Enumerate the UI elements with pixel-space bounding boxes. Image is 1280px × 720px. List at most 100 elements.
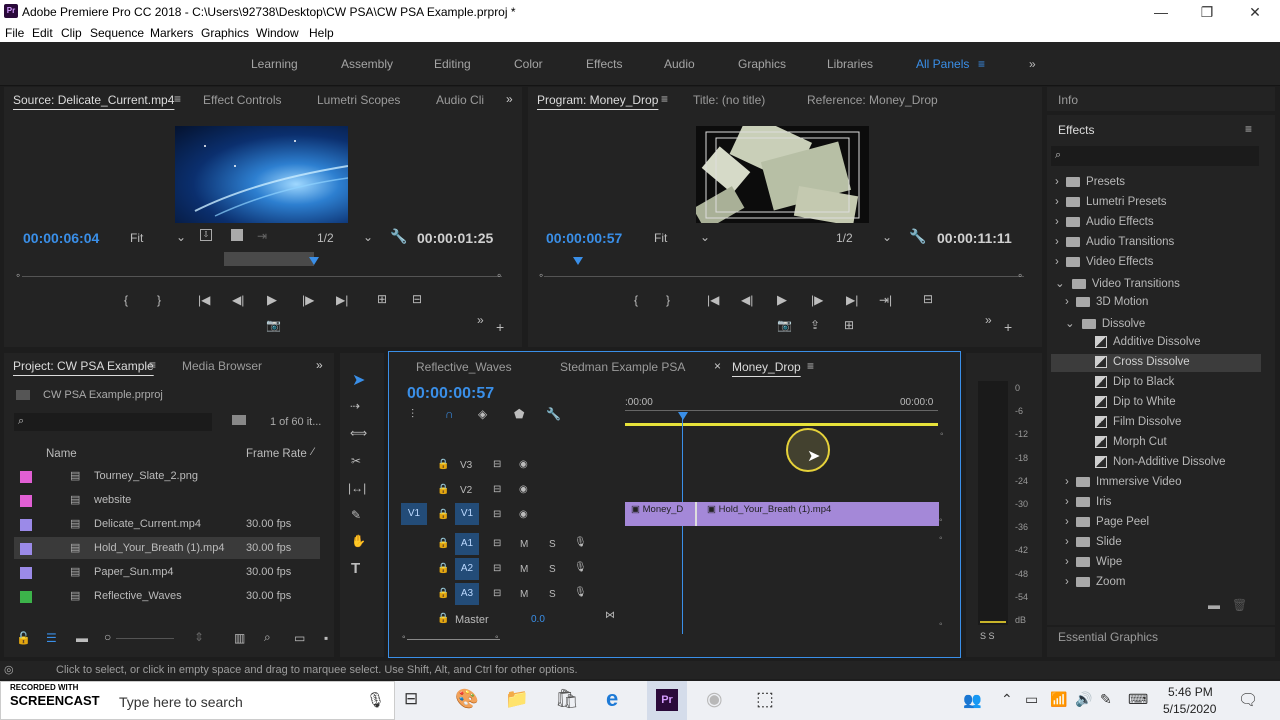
a1-lock-icon[interactable]: 🔒: [437, 538, 449, 549]
project-search-input[interactable]: ⌕: [14, 413, 212, 431]
source-timecode[interactable]: 00:00:06:04: [23, 230, 99, 246]
tab-reflective-waves[interactable]: Reflective_Waves: [416, 360, 512, 374]
effects-item-immersive-video[interactable]: › Immersive Video: [1065, 476, 1181, 488]
workspace-color[interactable]: Color: [514, 57, 543, 71]
new-bin-from-search-icon[interactable]: [232, 415, 246, 425]
program-extract-icon[interactable]: ⊞: [844, 318, 854, 332]
store-icon[interactable]: 🛍: [555, 687, 579, 711]
program-go-to-in-icon[interactable]: |◀: [707, 293, 719, 307]
label-color-swatch[interactable]: [20, 471, 32, 483]
program-timecode[interactable]: 00:00:00:57: [546, 230, 622, 246]
source-resolution-dropdown[interactable]: 1/2: [317, 231, 334, 245]
program-res-chevron-icon[interactable]: ⌄: [882, 230, 892, 244]
v3-eye-icon[interactable]: ◉: [519, 459, 528, 470]
workspace-menu-icon[interactable]: ≡: [978, 57, 985, 71]
a3-mic-icon[interactable]: 🎙: [574, 587, 587, 598]
tab-effect-controls[interactable]: Effect Controls: [203, 93, 281, 107]
timeline-timecode[interactable]: 00:00:00:57: [407, 385, 494, 403]
battery-icon[interactable]: ▭: [1025, 691, 1038, 708]
source-overflow-icon[interactable]: »: [506, 92, 513, 106]
snipping-tool-icon[interactable]: ⬚: [756, 688, 774, 711]
effects-menu-icon[interactable]: ≡: [1245, 122, 1252, 136]
time-ruler[interactable]: [625, 410, 938, 418]
column-name-header[interactable]: Name: [46, 448, 77, 460]
safe-margins-icon[interactable]: ⇩: [200, 229, 212, 241]
effects-item-wipe[interactable]: › Wipe: [1065, 556, 1122, 568]
label-color-swatch[interactable]: [20, 519, 32, 531]
restore-button[interactable]: ❐: [1184, 2, 1230, 22]
effects-item-dip-to-white[interactable]: Dip to White: [1095, 396, 1176, 408]
v2-eye-icon[interactable]: ◉: [519, 484, 528, 495]
project-row[interactable]: ▤ Tourney_Slate_2.png: [14, 465, 314, 489]
menu-edit[interactable]: Edit: [32, 26, 53, 40]
chevron-icon[interactable]: ›: [1055, 236, 1062, 248]
effects-item-video-effects[interactable]: › Video Effects: [1055, 256, 1153, 268]
project-row[interactable]: ▤ website: [14, 489, 314, 513]
effects-search-input[interactable]: ⌕: [1051, 146, 1259, 166]
effects-item-lumetri-presets[interactable]: › Lumetri Presets: [1055, 196, 1167, 208]
a2-mic-icon[interactable]: 🎙: [574, 562, 587, 573]
keyboard-icon[interactable]: ⌨: [1128, 691, 1148, 708]
source-res-chevron-icon[interactable]: ⌄: [363, 230, 373, 244]
slip-tool-icon[interactable]: |↔|: [348, 481, 366, 495]
program-tab-menu-icon[interactable]: ≡: [661, 92, 668, 106]
new-bin-icon[interactable]: ▭: [294, 631, 305, 645]
program-go-to-out-icon[interactable]: ▶|: [846, 293, 858, 307]
go-to-in-icon[interactable]: |◀: [198, 293, 210, 307]
a1-sync-icon[interactable]: ⊟: [493, 538, 501, 549]
program-playhead[interactable]: [573, 257, 583, 265]
effects-item-iris[interactable]: › Iris: [1065, 496, 1111, 508]
program-controls-overflow-icon[interactable]: »: [985, 313, 992, 327]
tab-media-browser[interactable]: Media Browser: [182, 359, 262, 373]
menu-markers[interactable]: Markers: [150, 26, 193, 40]
chevron-icon[interactable]: ›: [1065, 496, 1072, 508]
menu-window[interactable]: Window: [256, 26, 299, 40]
tab-project[interactable]: Project: CW PSA Example: [13, 359, 154, 373]
a3-mute-button[interactable]: M: [520, 589, 528, 600]
project-menu-icon[interactable]: ≡: [149, 358, 156, 372]
track-label-a3[interactable]: A3: [455, 583, 479, 605]
workspace-learning[interactable]: Learning: [251, 57, 298, 71]
program-zoom-start-handle[interactable]: ◦: [539, 268, 543, 282]
lock-icon[interactable]: 🔓: [16, 631, 31, 645]
chevron-icon[interactable]: ›: [1065, 516, 1072, 528]
timeline-settings-wrench-icon[interactable]: 🔧: [546, 407, 561, 421]
chevron-icon[interactable]: ⌄: [1055, 278, 1068, 290]
a2-solo-button[interactable]: S: [549, 564, 556, 575]
source-settings-wrench-icon[interactable]: 🔧: [390, 228, 407, 245]
effects-item-audio-effects[interactable]: › Audio Effects: [1055, 216, 1154, 228]
tab-title[interactable]: Title: (no title): [693, 93, 765, 107]
master-volume-value[interactable]: 0.0: [531, 614, 545, 625]
chrome-icon[interactable]: ◉: [706, 688, 723, 711]
chevron-icon[interactable]: ›: [1055, 176, 1062, 188]
source-controls-overflow-icon[interactable]: »: [477, 313, 484, 327]
workspace-assembly[interactable]: Assembly: [341, 57, 393, 71]
h-scroll-start-handle[interactable]: ◦: [402, 632, 406, 643]
tab-info[interactable]: Info: [1058, 93, 1078, 107]
source-overwrite-icon[interactable]: ⊟: [412, 292, 422, 306]
chevron-icon[interactable]: ›: [1055, 216, 1062, 228]
project-row[interactable]: ▤ Reflective_Waves 30.00 fps: [14, 585, 314, 609]
v2-lock-icon[interactable]: 🔒: [437, 484, 449, 495]
delete-icon[interactable]: 🗑: [1232, 598, 1247, 612]
task-view-icon[interactable]: ⊟: [404, 689, 418, 709]
label-color-swatch[interactable]: [20, 543, 32, 555]
program-zoom-end-handle[interactable]: ◦: [1018, 268, 1022, 282]
timeline-horizontal-scroll[interactable]: [407, 639, 500, 640]
a2-sync-icon[interactable]: ⊟: [493, 563, 501, 574]
automate-to-sequence-icon[interactable]: ▥: [234, 631, 245, 645]
program-step-back-icon[interactable]: ◀|: [741, 293, 753, 307]
icon-view-icon[interactable]: ▬: [76, 631, 88, 645]
clock-date[interactable]: 5/15/2020: [1163, 702, 1216, 716]
clock-time[interactable]: 5:46 PM: [1168, 685, 1213, 699]
chevron-icon[interactable]: ⌄: [1065, 318, 1078, 330]
volume-icon[interactable]: 🔊: [1075, 691, 1092, 708]
new-item-icon[interactable]: ▪: [324, 631, 328, 645]
program-mark-out-icon[interactable]: }: [666, 293, 670, 307]
a1-solo-button[interactable]: S: [549, 539, 556, 550]
workspace-libraries[interactable]: Libraries: [827, 57, 873, 71]
track-label-v1[interactable]: V1: [455, 503, 479, 525]
step-forward-icon[interactable]: |▶: [302, 293, 314, 307]
source-zoom-start-handle[interactable]: ◦: [16, 268, 20, 282]
source-zoom-end-handle[interactable]: ◦: [497, 268, 501, 282]
